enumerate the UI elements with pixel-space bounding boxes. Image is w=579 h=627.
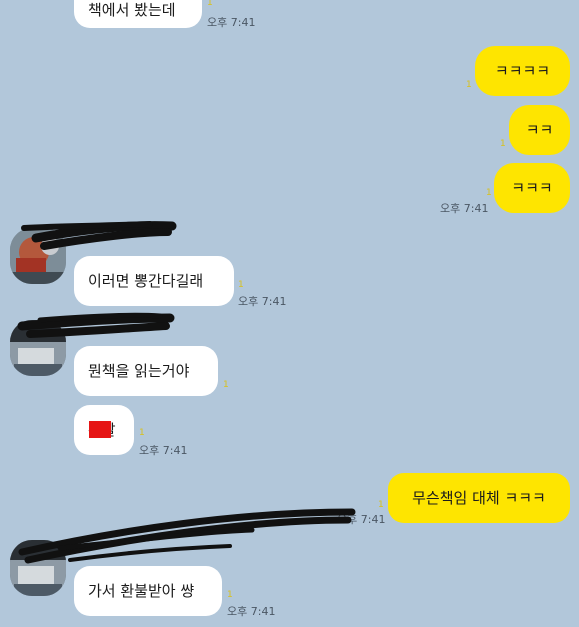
scribble-stroke	[21, 221, 153, 231]
redaction-scribble-overlay	[17, 221, 356, 564]
